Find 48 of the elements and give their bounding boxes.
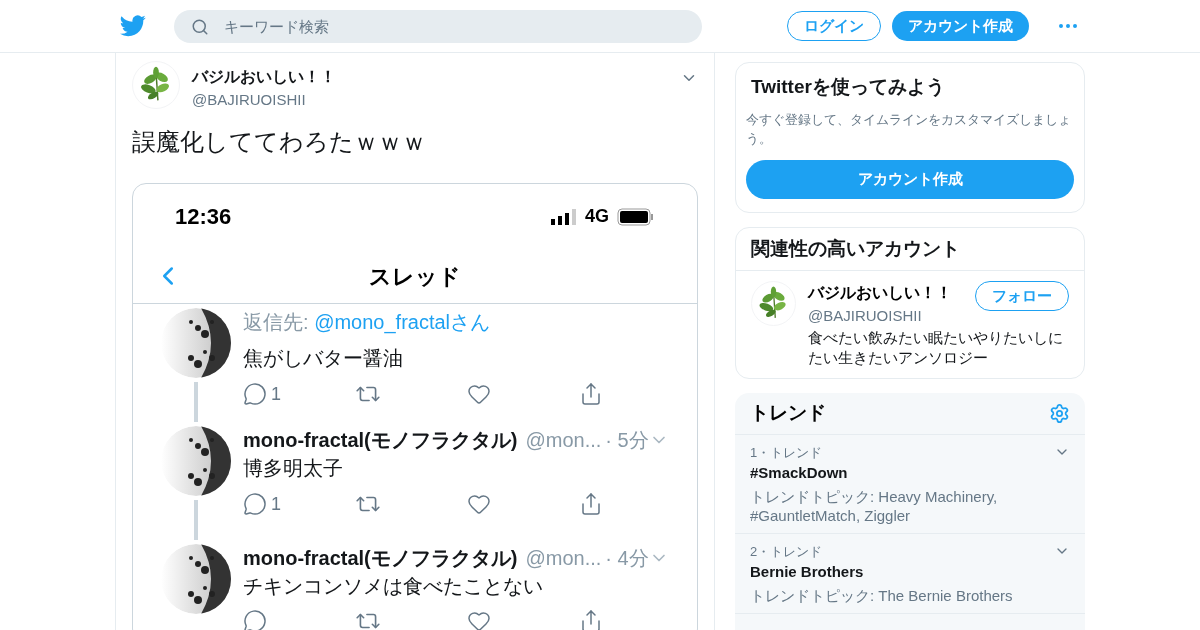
battery-icon — [617, 207, 655, 226]
post-text: チキンコンソメは食べたことない — [243, 573, 544, 599]
reply-count: 1 — [271, 382, 281, 406]
signup-button[interactable]: アカウント作成 — [746, 159, 1074, 199]
bird-logo-icon[interactable] — [120, 15, 146, 37]
tweet-text: 誤魔化しててわろたｗｗｗ — [132, 126, 427, 157]
post-time: · 5分 — [605, 427, 649, 453]
settings-icon[interactable] — [1049, 402, 1070, 424]
post-time: · 4分 — [605, 545, 649, 571]
account-name: バジルおいしい！！ — [808, 283, 953, 303]
trend-topics: トレンドトピック: Heavy Machinery, #GauntletMatch, Ziggler — [750, 486, 999, 525]
signal-icon — [551, 208, 577, 225]
reply-icon[interactable] — [243, 608, 267, 630]
author-name: mono-fractal(モノフラクタル) — [243, 545, 518, 571]
author-name: mono-fractal(モノフラクタル) — [243, 427, 518, 453]
share-icon[interactable] — [579, 608, 603, 630]
author-handle: @BAJIRUOISHII — [192, 90, 307, 110]
card-title: トレンド — [750, 400, 826, 425]
reply-icon[interactable] — [243, 491, 267, 516]
trend-rank: 1・トレンド — [750, 443, 823, 462]
author-handle: @mon... — [525, 545, 602, 571]
network-text: 4G — [585, 205, 609, 228]
trend-item[interactable]: 2・トレンド Bernie Brothers トレンドトピック: The Bernie Brothers — [735, 533, 1085, 614]
card-text: 今すぐ登録して、タイムラインをカスタマイズしましょう。 — [746, 110, 1072, 148]
trend-item[interactable]: 1・トレンド #SmackDown トレンドトピック: Heavy Machinery, #GauntletMatch, Ziggler — [735, 434, 1085, 534]
trend-name: Bernie Brothers — [750, 562, 865, 582]
card-title: 関連性の高いアカウント — [736, 227, 1084, 271]
trend-name: #SmackDown — [750, 463, 849, 483]
author-handle: @mon... — [525, 427, 602, 453]
account-handle: @BAJIRUOISHII — [808, 306, 923, 326]
post-text: 博多明太子 — [243, 455, 344, 481]
search-icon — [191, 17, 209, 36]
card-title: Twitterを使ってみよう — [750, 75, 946, 99]
reply-count: 1 — [271, 492, 281, 516]
trend-topics: トレンドトピック: The Bernie Brothers — [750, 585, 1014, 605]
clock-text: 12:36 — [175, 203, 232, 231]
account-bio: 食べたい飲みたい眠たいやりたいしにたい生きたいアンソロジー — [808, 327, 1064, 368]
signup-button[interactable]: アカウント作成 — [892, 11, 1029, 41]
trend-rank: 2・トレンド — [750, 542, 823, 561]
share-icon[interactable] — [579, 381, 603, 406]
search-field[interactable]: キーワード検索 — [174, 9, 702, 43]
screen-title: スレッド — [369, 262, 461, 291]
post-text: 焦がしバター醤油 — [243, 345, 404, 371]
reply-icon[interactable] — [243, 381, 267, 406]
reply-to-text: 返信先: @mono_fractalさん — [243, 309, 492, 336]
share-icon[interactable] — [579, 491, 603, 516]
author-name: バジルおいしい！！ — [192, 67, 337, 87]
mention-link[interactable]: @mono_fractalさん — [314, 310, 491, 333]
